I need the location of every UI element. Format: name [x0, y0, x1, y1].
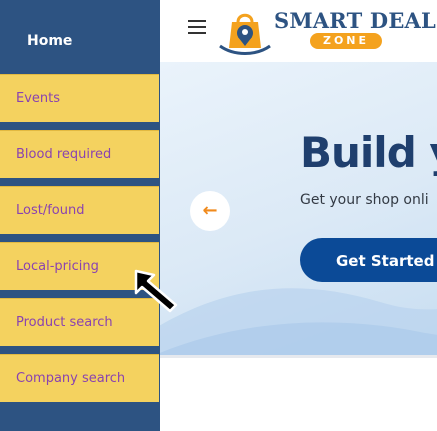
sidebar-item-home[interactable]: Home	[0, 0, 160, 74]
hero-banner: Build y Get your shop onli Get Started ←	[160, 62, 437, 356]
top-header: SMART DEAL ZONE	[160, 0, 437, 62]
arrow-left-icon: ←	[202, 200, 218, 221]
get-started-label: Get Started	[336, 252, 435, 270]
brand-title: SMART DEAL	[274, 8, 437, 33]
sidebar-item-label: Company search	[16, 371, 126, 386]
sidebar-item-lost-found[interactable]: Lost/found	[0, 186, 159, 234]
get-started-button[interactable]: Get Started	[300, 238, 437, 282]
mouse-cursor-icon	[134, 269, 178, 313]
carousel-prev-button[interactable]: ←	[190, 191, 230, 231]
section-divider	[160, 355, 437, 358]
sidebar-item-label: Events	[16, 91, 61, 106]
sidebar-item-blood-required[interactable]: Blood required	[0, 130, 159, 178]
sidebar-item-company-search[interactable]: Company search	[0, 354, 159, 402]
menu-icon[interactable]	[188, 20, 206, 34]
shopping-bag-location-logo	[219, 13, 271, 55]
sidebar: Home Events Blood required Lost/found Lo…	[0, 0, 160, 431]
sidebar-item-label: Lost/found	[16, 203, 85, 218]
sidebar-item-label: Blood required	[16, 147, 112, 162]
sidebar-item-events[interactable]: Events	[0, 74, 159, 122]
brand-badge: ZONE	[310, 33, 382, 49]
hero-subtitle: Get your shop onli	[300, 192, 429, 208]
sidebar-item-label: Home	[27, 33, 73, 49]
sidebar-item-label: Local-pricing	[16, 259, 99, 274]
hero-title: Build y	[300, 128, 437, 177]
sidebar-item-label: Product search	[16, 315, 113, 330]
